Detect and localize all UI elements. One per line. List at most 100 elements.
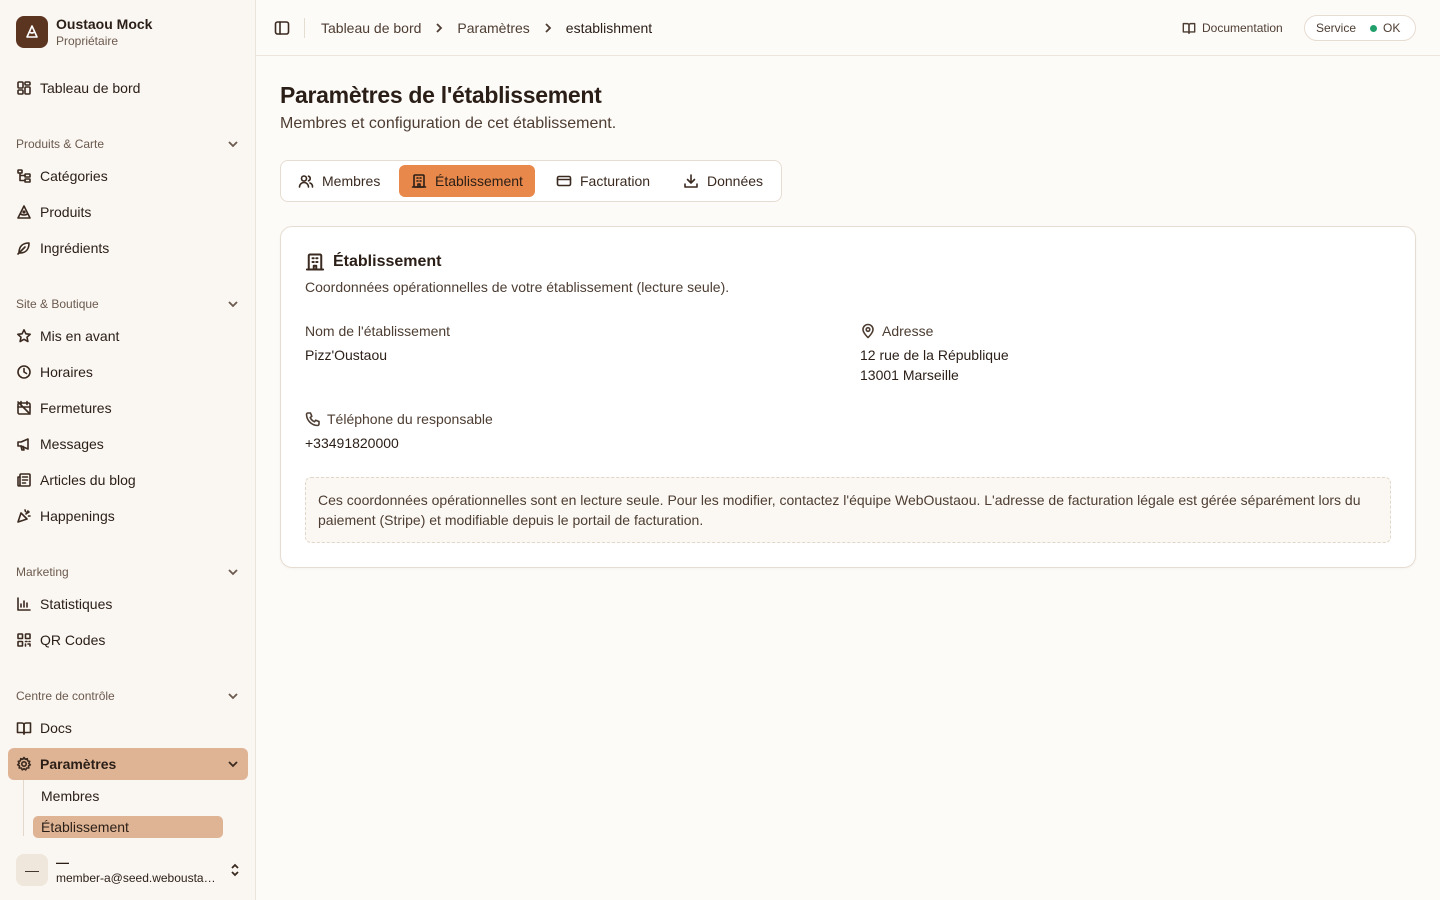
clock-icon [17,365,31,379]
phone-label: Téléphone du responsable [305,411,493,427]
sidebar-item-qrcodes[interactable]: QR Codes [8,624,248,656]
map-pin-icon [862,323,874,339]
brand[interactable]: Oustaou Mock Propriétaire [16,16,153,49]
building-icon [305,253,325,271]
sidebar-group-label: Site & Boutique [16,297,99,311]
chevron-right-icon [545,23,552,33]
sidebar-item-label: Produits [40,204,92,220]
sidebar-group-marketing[interactable]: Marketing [8,560,248,584]
tab-members[interactable]: Membres [286,165,392,197]
address-label: Adresse [860,323,933,339]
brand-name: Oustaou Mock [56,16,153,32]
status-dot-icon [1370,24,1378,32]
page-title: Paramètres de l'établissement [280,82,602,108]
sidebar-item-blog[interactable]: Articles du blog [8,464,248,496]
status-value: OK [1383,21,1401,35]
newspaper-icon [17,473,31,487]
address-line2: 13001 Marseille [860,367,959,383]
page-subtitle: Membres et configuration de cet établiss… [280,115,617,132]
sidebar-item-label: Paramètres [40,756,117,772]
service-status-badge[interactable]: Service OK [1304,15,1416,41]
sidebar-item-label: Fermetures [40,400,112,416]
qr-code-icon [17,633,31,647]
sidebar-group-label: Marketing [16,565,69,579]
chevron-down-icon [228,301,238,308]
panel-left-icon [274,21,290,35]
status-label: Service [1316,21,1357,35]
divider [304,18,305,38]
calendar-off-icon [17,400,31,415]
establishment-name-value: Pizz'Oustaou [305,347,388,363]
book-open-icon [1182,22,1196,34]
sidebar-item-label: Statistiques [40,596,113,612]
credit-card-icon [556,175,572,187]
sidebar-item-stats[interactable]: Statistiques [8,588,248,620]
dashboard-icon [17,81,31,95]
sidebar-item-messages[interactable]: Messages [8,428,248,460]
sidebar-item-closures[interactable]: Fermetures [8,392,248,424]
tab-establishment[interactable]: Établissement [399,165,535,197]
sidebar-group-label: Produits & Carte [16,137,105,151]
user-name: — [56,855,69,870]
sidebar-item-label: Ingrédients [40,240,110,256]
tab-label: Membres [322,173,381,189]
tab-billing[interactable]: Facturation [544,165,662,197]
sidebar-group-products[interactable]: Produits & Carte [8,132,248,156]
chevrons-up-down-icon [231,863,239,877]
card-title: Établissement [305,252,441,272]
star-icon [17,329,31,343]
documentation-label: Documentation [1202,21,1283,35]
sidebar-subitem-establishment[interactable]: Établissement [33,816,223,838]
sidebar-group-control[interactable]: Centre de contrôle [8,684,248,708]
sidebar-toggle-button[interactable] [274,20,290,36]
tab-label: Facturation [580,173,651,189]
field-label-text: Nom de l'établissement [305,323,451,339]
settings-tabs: Membres Établissement Facturation Donnée… [280,160,782,202]
sidebar-subitem-members[interactable]: Membres [33,785,223,807]
sidebar: Oustaou Mock Propriétaire Tableau de bor… [0,0,256,900]
sidebar-item-label: Tableau de bord [40,80,141,96]
tab-label: Données [707,173,764,189]
sidebar-item-hours[interactable]: Horaires [8,356,248,388]
tab-label: Établissement [435,173,523,189]
brand-role: Propriétaire [56,33,119,48]
breadcrumb-dashboard[interactable]: Tableau de bord [321,20,421,36]
sidebar-item-label: Happenings [40,508,115,524]
user-email: member-a@seed.weboustaou.fr [56,870,218,885]
user-menu[interactable]: — — member-a@seed.weboustaou.fr [16,852,242,888]
bar-chart-icon [17,597,31,611]
book-open-icon [16,722,32,735]
sidebar-item-products[interactable]: Produits [8,196,248,228]
sidebar-group-label: Centre de contrôle [16,689,115,703]
sidebar-item-happenings[interactable]: Happenings [8,500,248,532]
breadcrumb: Tableau de bord Paramètres establishment [321,18,652,38]
sidebar-item-featured[interactable]: Mis en avant [8,320,248,352]
pizza-icon [17,205,31,219]
chevron-down-icon [228,569,238,576]
chevron-down-icon [228,761,238,768]
sidebar-item-ingredients[interactable]: Ingrédients [8,232,248,264]
documentation-link[interactable]: Documentation [1182,18,1283,38]
sidebar-item-settings[interactable]: Paramètres [8,748,248,780]
sidebar-item-label: Messages [40,436,104,452]
sidebar-item-label: Mis en avant [40,328,120,344]
phone-icon [305,412,320,427]
breadcrumb-current: establishment [565,20,653,36]
sidebar-group-site[interactable]: Site & Boutique [8,292,248,316]
download-icon [684,174,698,188]
brand-logo-icon [16,16,48,49]
establishment-name-label: Nom de l'établissement [305,323,450,339]
sidebar-item-docs[interactable]: Docs [8,712,248,744]
sidebar-item-label: Catégories [40,168,108,184]
avatar: — [16,854,48,886]
establishment-card: Établissement Coordonnées opérationnelle… [280,226,1416,568]
users-icon [298,175,314,188]
leaf-icon [17,242,30,255]
sidebar-item-dashboard[interactable]: Tableau de bord [8,72,248,104]
breadcrumb-settings[interactable]: Paramètres [457,20,529,36]
sidebar-item-categories[interactable]: Catégories [8,160,248,192]
chevron-down-icon [228,693,238,700]
party-popper-icon [17,509,31,523]
sidebar-item-label: Docs [40,720,72,736]
tab-data[interactable]: Données [671,165,775,197]
